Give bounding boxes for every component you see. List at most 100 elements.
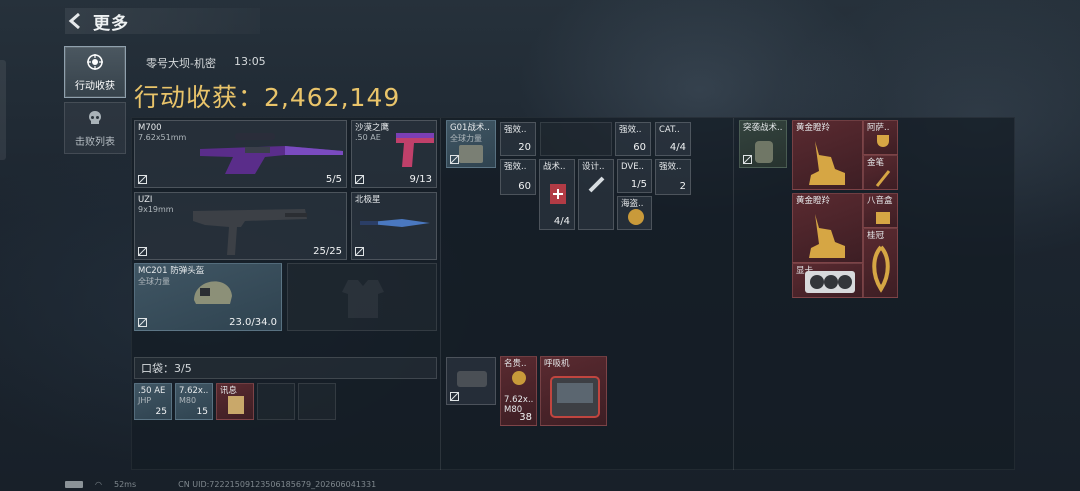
pocket-label: 口袋：3/5 bbox=[141, 362, 192, 375]
item-sub: 7.62x.. bbox=[504, 395, 534, 405]
safe-case-slot[interactable] bbox=[446, 357, 496, 405]
backpack-item[interactable]: 金笔 bbox=[863, 155, 898, 190]
rig-item[interactable]: CAT.. 4/4 bbox=[655, 122, 691, 156]
map-name: 零号大坝-机密 bbox=[146, 57, 216, 70]
item-count: 4/4 bbox=[669, 142, 686, 153]
backpack-item[interactable]: 黄金瞪羚 bbox=[792, 120, 863, 190]
back-arrow-icon[interactable] bbox=[65, 10, 87, 32]
case-item[interactable]: 名贵.. 7.62x.. M80 38 bbox=[500, 356, 537, 426]
rig-slot-empty bbox=[540, 122, 612, 156]
item-count: 15 bbox=[196, 407, 208, 417]
gazelle-statue-icon bbox=[809, 214, 845, 258]
item-name: 黄金瞪羚 bbox=[796, 196, 831, 206]
pocket-item[interactable]: 讯息 bbox=[216, 383, 254, 420]
rig-item[interactable]: 战术.. 4/4 bbox=[539, 159, 575, 230]
item-name: 7.62x.. bbox=[179, 386, 209, 396]
ammo-count: 25/25 bbox=[313, 246, 342, 257]
ammo-count: 5/5 bbox=[325, 174, 342, 185]
side-drawer-handle[interactable] bbox=[0, 60, 6, 160]
item-sub: JHP bbox=[138, 396, 152, 405]
item-name: DVE.. bbox=[621, 162, 644, 172]
item-name: 强效.. bbox=[504, 162, 527, 172]
skull-icon bbox=[89, 110, 101, 124]
sniper-rifle-icon bbox=[200, 133, 343, 174]
ventilator-icon bbox=[550, 376, 600, 418]
item-count: 38 bbox=[519, 412, 532, 423]
coin-icon bbox=[628, 209, 644, 225]
rig-item[interactable]: DVE.. 1/5 bbox=[617, 159, 652, 193]
item-name: 呼吸机 bbox=[544, 359, 570, 369]
insured-icon bbox=[355, 247, 364, 256]
document-icon bbox=[228, 396, 244, 414]
item-name: 桂冠 bbox=[867, 231, 885, 241]
rig-item[interactable]: 设计.. bbox=[578, 159, 614, 230]
gazelle-statue-icon bbox=[809, 141, 845, 185]
smg-icon bbox=[193, 209, 307, 255]
knife-icon bbox=[360, 219, 430, 227]
item-name: 金笔 bbox=[867, 158, 885, 168]
medkit-icon bbox=[550, 184, 566, 204]
item-name: .50 AE bbox=[138, 386, 166, 396]
pocket-item[interactable]: 7.62x.. M80 15 bbox=[175, 383, 213, 420]
gpu-icon bbox=[805, 271, 855, 293]
helmet-icon bbox=[194, 281, 232, 304]
backpack-item[interactable]: 黄金瞪羚 bbox=[792, 193, 863, 263]
column-divider bbox=[440, 118, 441, 470]
music-box-icon bbox=[876, 212, 890, 224]
rig-item[interactable]: 强效.. 20 bbox=[500, 122, 536, 156]
item-name: CAT.. bbox=[659, 125, 680, 135]
syringe-icon bbox=[588, 176, 605, 193]
map-info: 零号大坝-机密 13:05 bbox=[146, 55, 266, 71]
item-name: 强效.. bbox=[504, 125, 527, 135]
item-name: 突袭战术.. bbox=[743, 123, 783, 133]
durability-count: 23.0/34.0 bbox=[229, 317, 277, 328]
backpack-item[interactable]: 八音盒 bbox=[863, 193, 898, 228]
insured-icon bbox=[743, 155, 752, 164]
sidearm-slot[interactable]: 沙漠之鹰 .50 AE 9/13 bbox=[351, 120, 437, 188]
tab-kill-list[interactable]: 击败列表 bbox=[64, 102, 126, 154]
backpack-item[interactable]: 阿萨.. bbox=[863, 120, 898, 155]
helmet-slot[interactable]: MC201 防弹头盔 全球力量 23.0/34.0 bbox=[134, 263, 282, 331]
primary-weapon-slot[interactable]: M700 7.62x51mm 5/5 bbox=[134, 120, 347, 188]
melee-slot[interactable]: 北极星 bbox=[351, 192, 437, 260]
pocket-item[interactable]: .50 AE JHP 25 bbox=[134, 383, 172, 420]
item-count: 20 bbox=[518, 142, 531, 153]
insured-icon bbox=[138, 318, 147, 327]
rig-item[interactable]: 海盗.. bbox=[617, 196, 652, 230]
column-divider bbox=[733, 118, 734, 470]
backpack-item[interactable]: 桂冠 bbox=[863, 228, 898, 298]
item-name: 北极星 bbox=[355, 195, 381, 205]
insured-icon bbox=[450, 155, 459, 164]
chest-rig-slot[interactable]: G01战术.. 全球力量 bbox=[446, 120, 496, 168]
haul-value: 行动收获：2,462,149 bbox=[134, 78, 400, 114]
case-item[interactable]: 呼吸机 bbox=[540, 356, 607, 426]
item-name: UZI bbox=[138, 195, 153, 205]
item-count: 2 bbox=[679, 181, 686, 192]
backpack-item[interactable]: 显卡 bbox=[792, 263, 863, 298]
trophy-icon bbox=[877, 135, 889, 147]
rig-item[interactable]: 强效.. 60 bbox=[500, 159, 536, 195]
pistol-icon bbox=[396, 133, 434, 167]
insured-icon bbox=[138, 247, 147, 256]
status-bar: ◠ 52ms CN UID:7222150912350618567​9_2026… bbox=[65, 480, 376, 489]
item-count: 25 bbox=[155, 407, 167, 417]
battery-icon bbox=[65, 481, 83, 488]
rig-item[interactable]: 强效.. 60 bbox=[615, 122, 651, 156]
item-name: M700 bbox=[138, 123, 162, 133]
item-sub: M80 bbox=[179, 396, 197, 405]
insured-icon bbox=[355, 175, 364, 184]
tab-label: 击败列表 bbox=[75, 136, 115, 148]
item-count: 60 bbox=[518, 181, 531, 192]
item-name: 战术.. bbox=[543, 162, 566, 172]
item-name: 八音盒 bbox=[867, 196, 893, 206]
rig-item[interactable]: 强效.. 2 bbox=[655, 159, 691, 195]
insured-icon bbox=[450, 392, 459, 401]
item-name: 强效.. bbox=[619, 125, 642, 135]
secondary-weapon-slot[interactable]: UZI 9x19mm 25/25 bbox=[134, 192, 347, 260]
backpack-slot[interactable]: 突袭战术.. bbox=[739, 120, 787, 168]
item-name: 强效.. bbox=[659, 162, 682, 172]
armor-slot-empty bbox=[287, 263, 437, 331]
top-bar: 更多 bbox=[65, 8, 260, 34]
haul-amount: 2,462,149 bbox=[264, 83, 401, 112]
tab-haul[interactable]: 行动收获 bbox=[64, 46, 126, 98]
